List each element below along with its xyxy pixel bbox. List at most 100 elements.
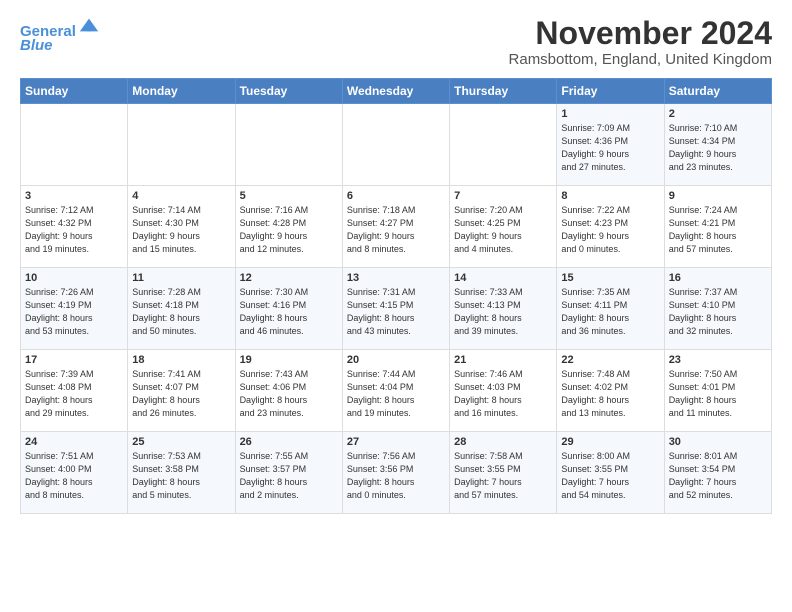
weekday-tuesday: Tuesday [235, 79, 342, 104]
day-info: Sunrise: 7:48 AMSunset: 4:02 PMDaylight:… [561, 368, 659, 420]
calendar-cell: 19 Sunrise: 7:43 AMSunset: 4:06 PMDayligh… [235, 350, 342, 432]
day-info: Sunrise: 7:10 AMSunset: 4:34 PMDaylight:… [669, 122, 767, 174]
day-info: Sunrise: 7:53 AMSunset: 3:58 PMDaylight:… [132, 450, 230, 502]
calendar-cell: 25 Sunrise: 7:53 AMSunset: 3:58 PMDayligh… [128, 432, 235, 514]
calendar-cell: 16 Sunrise: 7:37 AMSunset: 4:10 PMDayligh… [664, 268, 771, 350]
logo-icon [78, 14, 100, 36]
calendar-cell: 7Sunrise: 7:20 AMSunset: 4:25 PMDaylight… [450, 186, 557, 268]
day-info: Sunrise: 7:41 AMSunset: 4:07 PMDaylight:… [132, 368, 230, 420]
day-number: 21 [454, 354, 552, 366]
day-number: 13 [347, 272, 445, 284]
day-number: 27 [347, 436, 445, 448]
logo: General Blue [20, 16, 100, 55]
day-number: 25 [132, 436, 230, 448]
day-info: Sunrise: 7:46 AMSunset: 4:03 PMDaylight:… [454, 368, 552, 420]
day-info: Sunrise: 7:44 AMSunset: 4:04 PMDaylight:… [347, 368, 445, 420]
day-number: 9 [669, 190, 767, 202]
calendar-cell: 30Sunrise: 8:01 AMSunset: 3:54 PMDayligh… [664, 432, 771, 514]
calendar-cell: 11 Sunrise: 7:28 AMSunset: 4:18 PMDayligh… [128, 268, 235, 350]
weekday-friday: Friday [557, 79, 664, 104]
calendar-cell: 18 Sunrise: 7:41 AMSunset: 4:07 PMDayligh… [128, 350, 235, 432]
day-number: 1 [561, 108, 659, 120]
calendar-cell [21, 104, 128, 186]
weekday-saturday: Saturday [664, 79, 771, 104]
day-number: 14 [454, 272, 552, 284]
calendar-cell: 29 Sunrise: 8:00 AMSunset: 3:55 PMDayligh… [557, 432, 664, 514]
day-info: Sunrise: 7:56 AMSunset: 3:56 PMDaylight:… [347, 450, 445, 502]
calendar-cell [128, 104, 235, 186]
page-title: November 2024 [509, 16, 772, 51]
day-info: Sunrise: 7:22 AMSunset: 4:23 PMDaylight:… [561, 204, 659, 256]
day-number: 28 [454, 436, 552, 448]
calendar-cell: 2 Sunrise: 7:10 AMSunset: 4:34 PMDaylight… [664, 104, 771, 186]
day-number: 23 [669, 354, 767, 366]
day-number: 3 [25, 190, 123, 202]
calendar-cell: 17 Sunrise: 7:39 AMSunset: 4:08 PMDayligh… [21, 350, 128, 432]
page-header: General Blue November 2024 Ramsbottom, E… [20, 16, 772, 68]
calendar-cell: 8 Sunrise: 7:22 AMSunset: 4:23 PMDaylight… [557, 186, 664, 268]
day-number: 16 [669, 272, 767, 284]
day-info: Sunrise: 7:26 AMSunset: 4:19 PMDaylight:… [25, 286, 123, 338]
day-number: 10 [25, 272, 123, 284]
day-info: Sunrise: 8:00 AMSunset: 3:55 PMDaylight:… [561, 450, 659, 502]
day-number: 29 [561, 436, 659, 448]
calendar-cell: 10 Sunrise: 7:26 AMSunset: 4:19 PMDayligh… [21, 268, 128, 350]
day-info: Sunrise: 7:33 AMSunset: 4:13 PMDaylight:… [454, 286, 552, 338]
day-info: Sunrise: 7:14 AMSunset: 4:30 PMDaylight:… [132, 204, 230, 256]
calendar-cell: 27 Sunrise: 7:56 AMSunset: 3:56 PMDayligh… [342, 432, 449, 514]
title-block: November 2024 Ramsbottom, England, Unite… [509, 16, 772, 68]
calendar-cell: 13Sunrise: 7:31 AMSunset: 4:15 PMDayligh… [342, 268, 449, 350]
day-number: 24 [25, 436, 123, 448]
day-info: Sunrise: 7:58 AMSunset: 3:55 PMDaylight:… [454, 450, 552, 502]
day-info: Sunrise: 7:18 AMSunset: 4:27 PMDaylight:… [347, 204, 445, 256]
calendar-cell: 4 Sunrise: 7:14 AMSunset: 4:30 PMDaylight… [128, 186, 235, 268]
day-info: Sunrise: 7:39 AMSunset: 4:08 PMDaylight:… [25, 368, 123, 420]
day-number: 19 [240, 354, 338, 366]
day-info: Sunrise: 7:37 AMSunset: 4:10 PMDaylight:… [669, 286, 767, 338]
calendar-cell: 26Sunrise: 7:55 AMSunset: 3:57 PMDayligh… [235, 432, 342, 514]
calendar-cell: 5 Sunrise: 7:16 AMSunset: 4:28 PMDaylight… [235, 186, 342, 268]
calendar-cell: 28 Sunrise: 7:58 AMSunset: 3:55 PMDayligh… [450, 432, 557, 514]
calendar-week-2: 3Sunrise: 7:12 AMSunset: 4:32 PMDaylight… [21, 186, 772, 268]
day-info: Sunrise: 7:50 AMSunset: 4:01 PMDaylight:… [669, 368, 767, 420]
day-number: 11 [132, 272, 230, 284]
calendar-week-1: 1Sunrise: 7:09 AMSunset: 4:36 PMDaylight… [21, 104, 772, 186]
day-number: 17 [25, 354, 123, 366]
calendar-week-3: 10 Sunrise: 7:26 AMSunset: 4:19 PMDayligh… [21, 268, 772, 350]
calendar-cell: 6 Sunrise: 7:18 AMSunset: 4:27 PMDaylight… [342, 186, 449, 268]
calendar-cell: 9Sunrise: 7:24 AMSunset: 4:21 PMDaylight… [664, 186, 771, 268]
weekday-header-row: SundayMondayTuesdayWednesdayThursdayFrid… [21, 79, 772, 104]
calendar-cell: 21 Sunrise: 7:46 AMSunset: 4:03 PMDayligh… [450, 350, 557, 432]
calendar-cell: 22Sunrise: 7:48 AMSunset: 4:02 PMDayligh… [557, 350, 664, 432]
day-number: 8 [561, 190, 659, 202]
calendar-cell [342, 104, 449, 186]
calendar-cell: 23 Sunrise: 7:50 AMSunset: 4:01 PMDayligh… [664, 350, 771, 432]
day-number: 5 [240, 190, 338, 202]
weekday-wednesday: Wednesday [342, 79, 449, 104]
day-number: 12 [240, 272, 338, 284]
weekday-monday: Monday [128, 79, 235, 104]
day-info: Sunrise: 7:16 AMSunset: 4:28 PMDaylight:… [240, 204, 338, 256]
calendar-cell [235, 104, 342, 186]
calendar-cell [450, 104, 557, 186]
day-number: 18 [132, 354, 230, 366]
day-number: 6 [347, 190, 445, 202]
day-number: 30 [669, 436, 767, 448]
calendar-cell: 24Sunrise: 7:51 AMSunset: 4:00 PMDayligh… [21, 432, 128, 514]
day-info: Sunrise: 7:30 AMSunset: 4:16 PMDaylight:… [240, 286, 338, 338]
day-info: Sunrise: 7:20 AMSunset: 4:25 PMDaylight:… [454, 204, 552, 256]
calendar-cell: 15Sunrise: 7:35 AMSunset: 4:11 PMDayligh… [557, 268, 664, 350]
day-info: Sunrise: 7:43 AMSunset: 4:06 PMDaylight:… [240, 368, 338, 420]
calendar-cell: 1Sunrise: 7:09 AMSunset: 4:36 PMDaylight… [557, 104, 664, 186]
calendar-cell: 12 Sunrise: 7:30 AMSunset: 4:16 PMDayligh… [235, 268, 342, 350]
calendar-week-4: 17 Sunrise: 7:39 AMSunset: 4:08 PMDayligh… [21, 350, 772, 432]
day-number: 4 [132, 190, 230, 202]
day-info: Sunrise: 7:35 AMSunset: 4:11 PMDaylight:… [561, 286, 659, 338]
weekday-thursday: Thursday [450, 79, 557, 104]
calendar-cell: 20Sunrise: 7:44 AMSunset: 4:04 PMDayligh… [342, 350, 449, 432]
calendar-cell: 3Sunrise: 7:12 AMSunset: 4:32 PMDaylight… [21, 186, 128, 268]
day-info: Sunrise: 7:28 AMSunset: 4:18 PMDaylight:… [132, 286, 230, 338]
day-number: 2 [669, 108, 767, 120]
weekday-sunday: Sunday [21, 79, 128, 104]
calendar-week-5: 24Sunrise: 7:51 AMSunset: 4:00 PMDayligh… [21, 432, 772, 514]
